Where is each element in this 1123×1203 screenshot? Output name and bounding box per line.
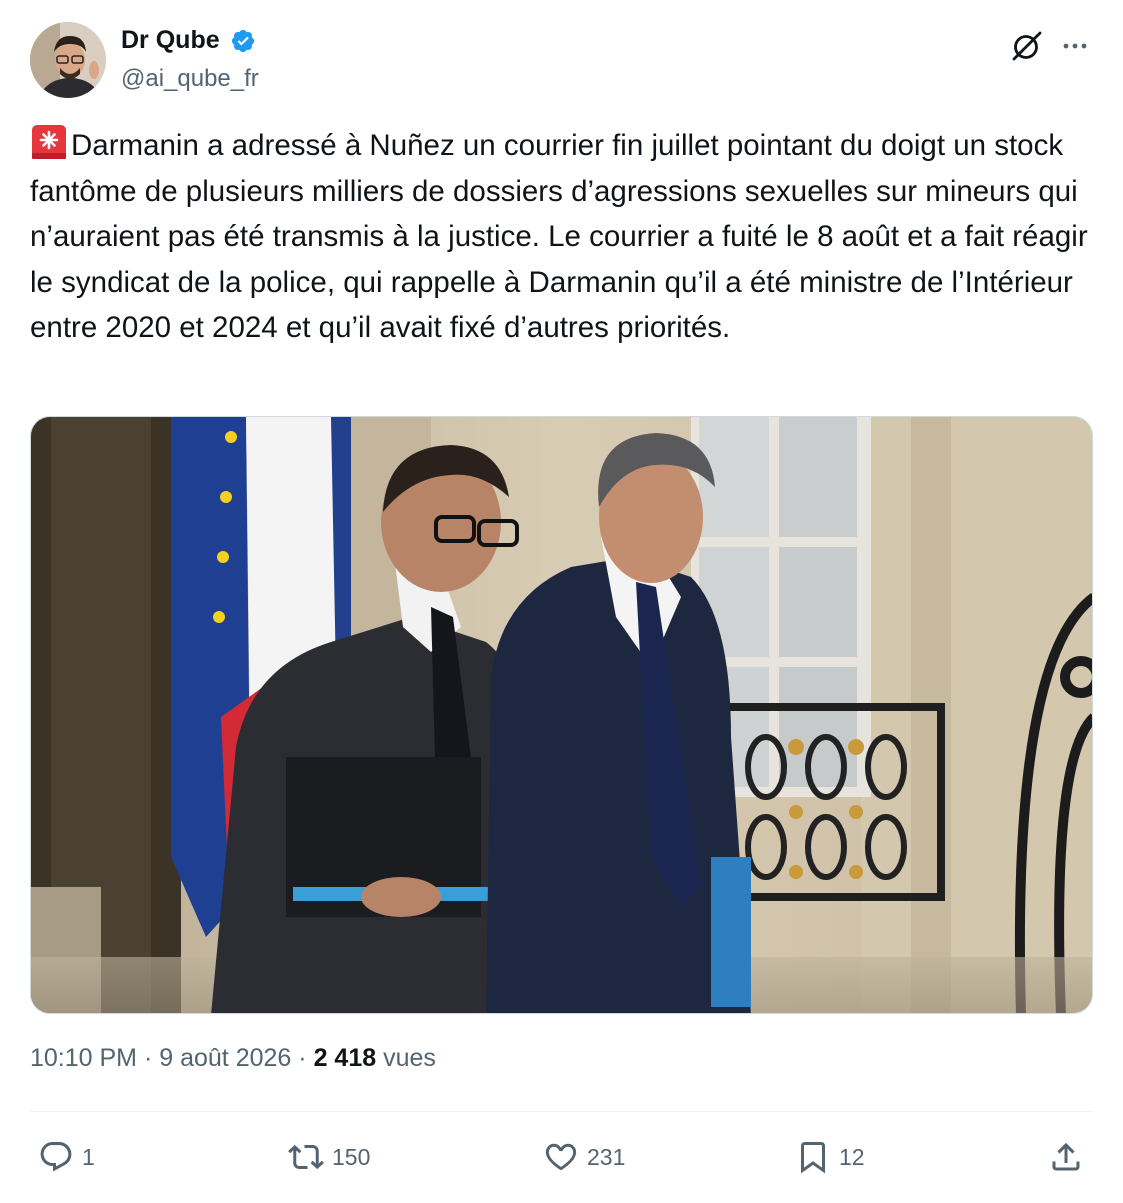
display-name[interactable]: Dr Qube — [121, 26, 220, 55]
share-button[interactable] — [1048, 1132, 1092, 1182]
meta-separator: · — [298, 1044, 307, 1072]
views-count: 2 418 — [313, 1044, 377, 1072]
meta-separator: · — [143, 1044, 153, 1072]
reply-count: 1 — [82, 1143, 95, 1170]
tweet-time[interactable]: 10:10 PM — [30, 1044, 137, 1072]
reply-icon — [40, 1142, 72, 1172]
share-icon — [1052, 1142, 1080, 1171]
tweet-text: Darmanin a adressé à Nuñez un courrier f… — [30, 129, 1088, 344]
divider — [30, 1111, 1093, 1112]
tweet-date[interactable]: 9 août 2026 — [159, 1044, 291, 1072]
retweet-button[interactable]: 150 — [288, 1132, 370, 1182]
more-icon[interactable] — [1057, 28, 1093, 64]
bookmark-button[interactable]: 12 — [795, 1132, 865, 1182]
tweet-text-container: Darmanin a adressé à Nuñez un courrier f… — [30, 123, 1100, 351]
siren-emoji-icon — [30, 123, 68, 161]
like-button[interactable]: 231 — [543, 1132, 625, 1182]
heart-icon — [545, 1143, 577, 1171]
bookmark-icon — [801, 1142, 825, 1174]
reply-button[interactable]: 1 — [38, 1132, 95, 1182]
like-count: 231 — [587, 1143, 626, 1170]
grok-icon[interactable] — [1009, 28, 1045, 64]
author-info: Dr Qube @ai_qube_fr — [121, 26, 259, 93]
retweet-count: 150 — [332, 1143, 371, 1170]
handle[interactable]: @ai_qube_fr — [121, 65, 259, 93]
tweet-header: Dr Qube @ai_qube_fr — [30, 22, 1093, 102]
avatar[interactable] — [30, 22, 106, 98]
views-label: vues — [383, 1044, 436, 1072]
bookmark-count: 12 — [839, 1143, 865, 1170]
tweet-media-image[interactable] — [30, 416, 1093, 1014]
tweet-meta: 10:10 PM · 9 août 2026 · 2 418 vues — [30, 1044, 436, 1073]
verified-badge-icon[interactable] — [230, 28, 256, 54]
action-bar: 1 150 231 12 — [30, 1132, 1093, 1182]
retweet-icon — [288, 1144, 324, 1170]
